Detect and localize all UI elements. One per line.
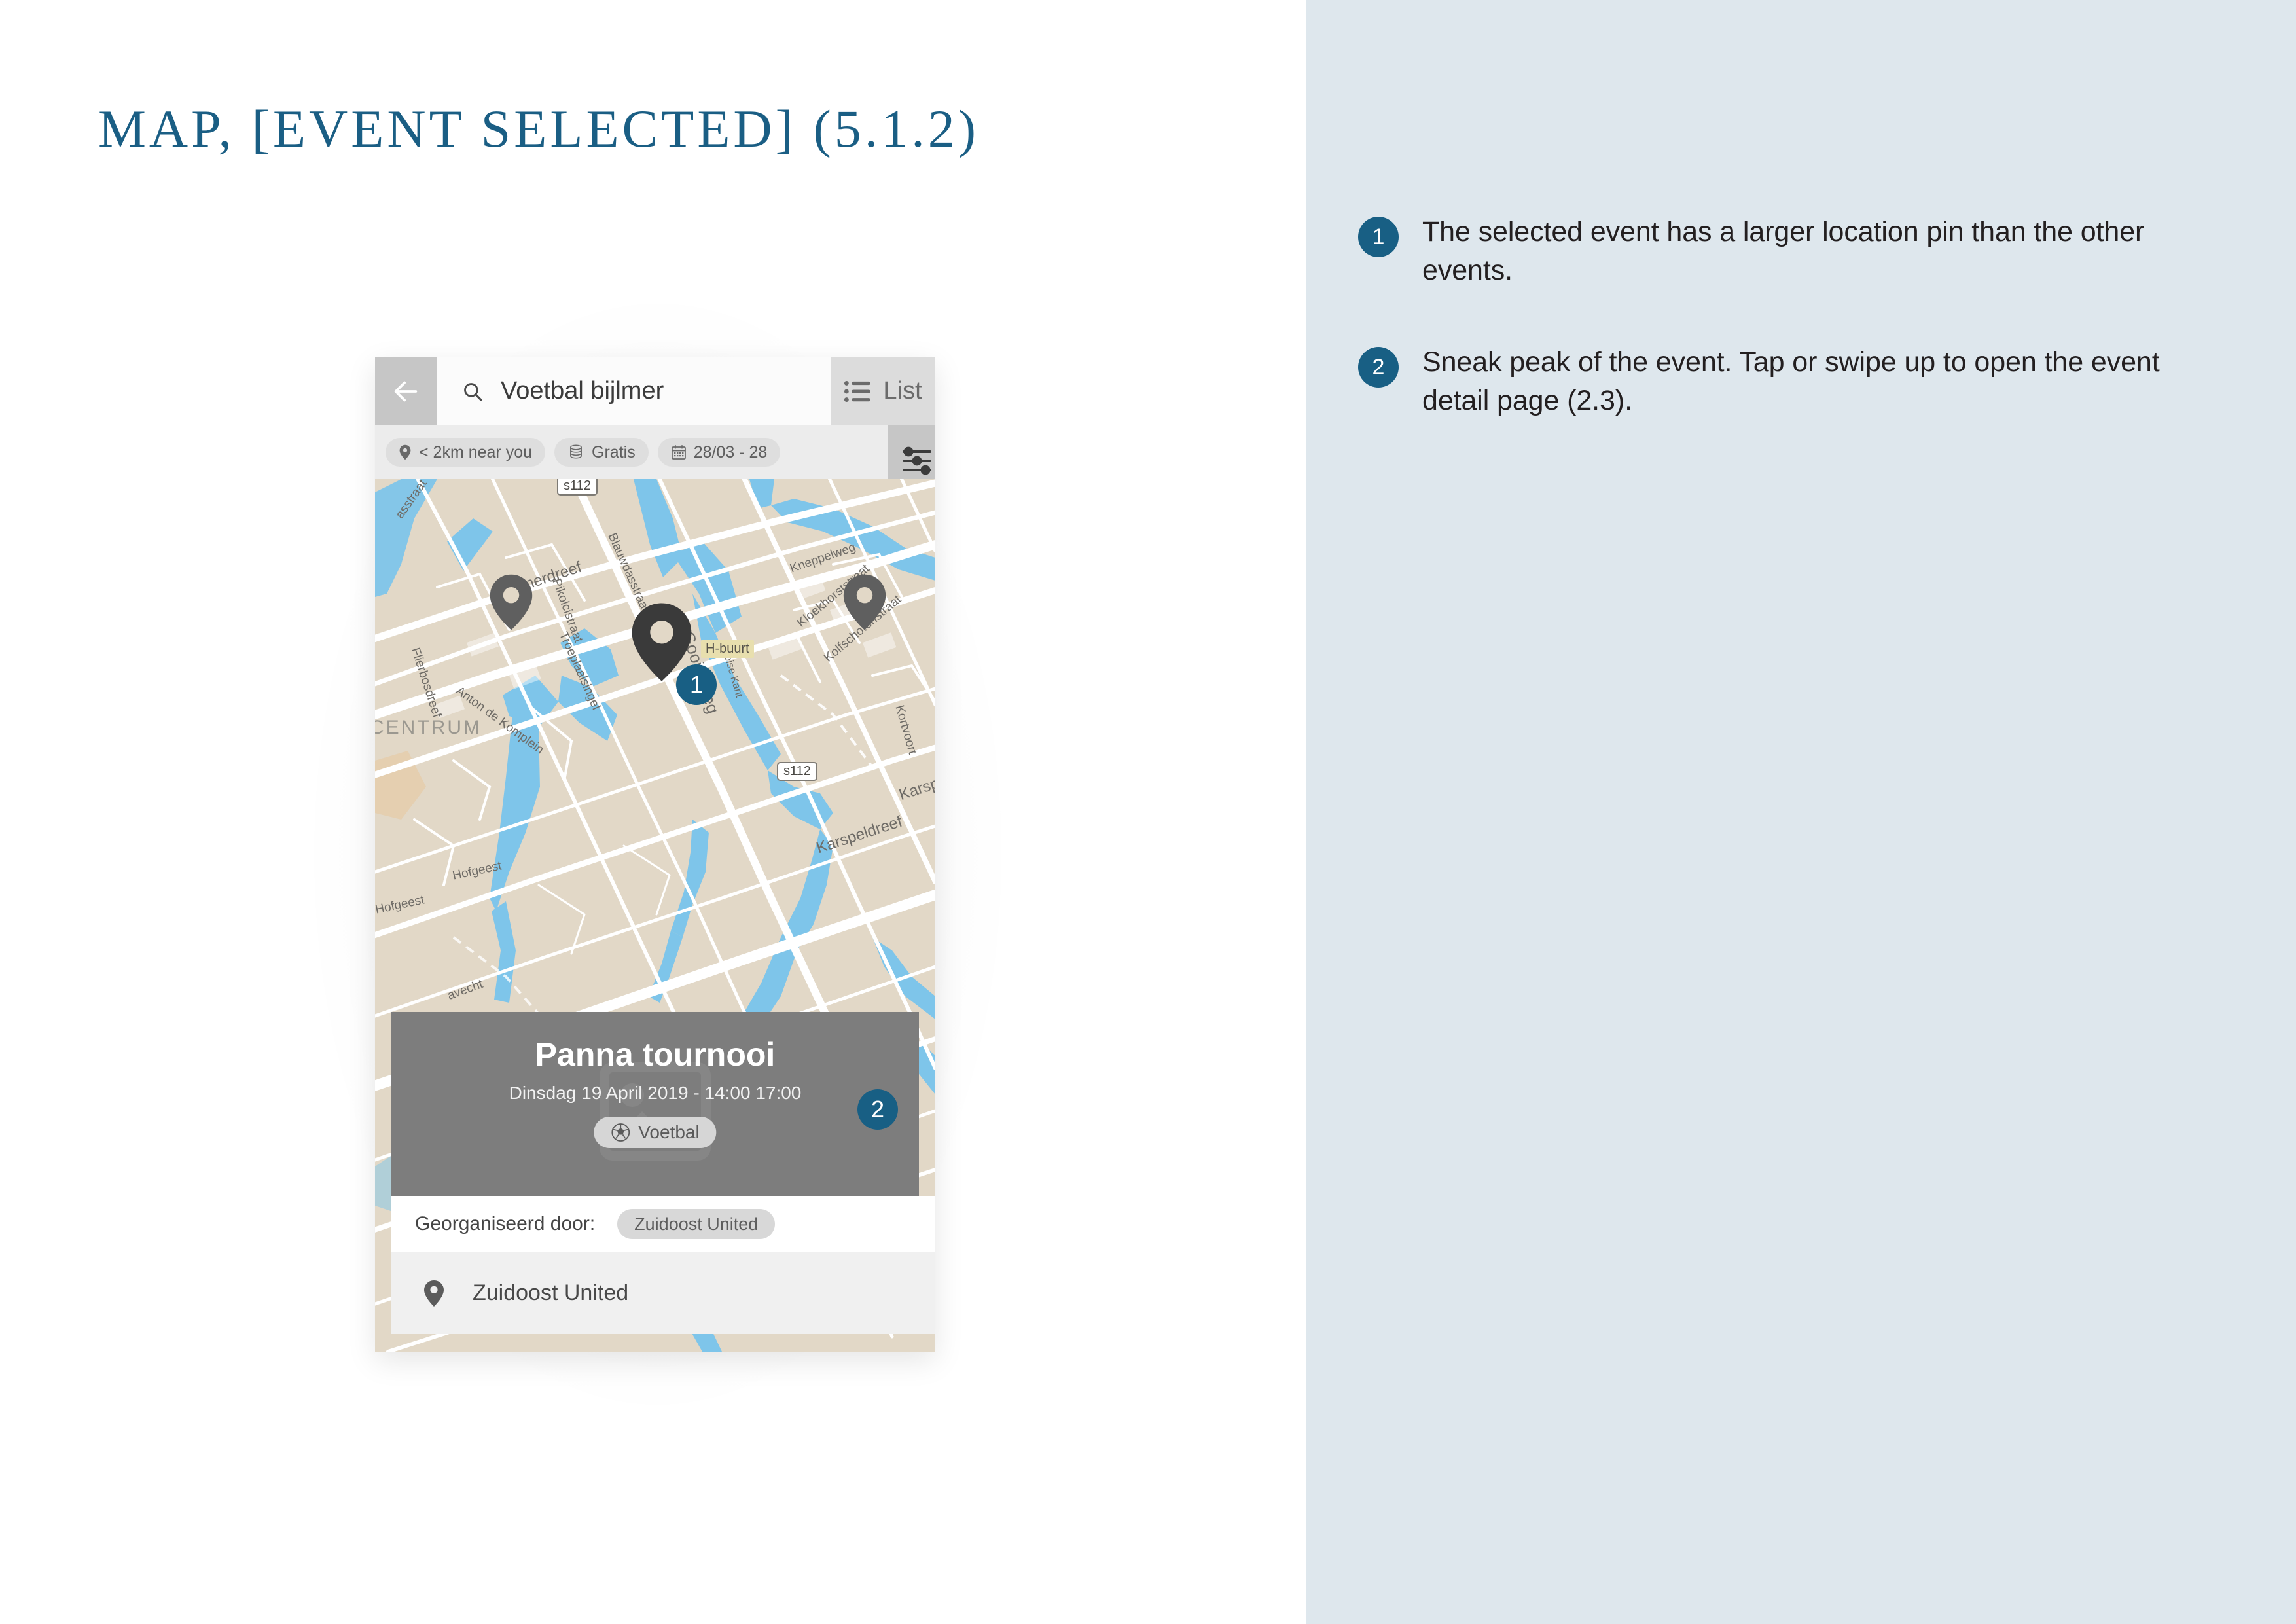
district-label: CENTRUM <box>375 717 482 738</box>
search-input[interactable]: Voetbal bijlmer <box>437 357 831 425</box>
road-shield-top: s112 <box>557 479 598 496</box>
neighbourhood-label: H-buurt <box>701 640 754 658</box>
filter-chip-price[interactable]: Gratis <box>554 438 649 467</box>
venue-row[interactable]: Zuidoost United <box>391 1252 935 1334</box>
annotation-badge-1: 1 <box>1358 217 1399 257</box>
filter-chip-distance[interactable]: < 2km near you <box>386 438 546 467</box>
map-annotation-badge-1: 1 <box>676 664 717 705</box>
organiser-name: Zuidoost United <box>634 1214 759 1234</box>
list-icon <box>844 380 871 402</box>
venue-name: Zuidoost United <box>473 1280 629 1305</box>
soccer-ball-icon <box>611 1123 630 1142</box>
event-title: Panna tournooi <box>535 1036 776 1073</box>
annotation-item: 2 Sneak peak of the event. Tap or swipe … <box>1358 343 2209 421</box>
sliders-icon <box>903 446 931 475</box>
organiser-label: Georganiseerd door: <box>415 1213 596 1235</box>
annotation-badge-2: 2 <box>1358 346 1399 388</box>
page-title: MAP, [EVENT SELECTED] (5.1.2) <box>98 99 980 158</box>
search-bar: Voetbal bijlmer List <box>375 357 935 425</box>
annotation-list: 1 The selected event has a larger locati… <box>1358 213 2209 473</box>
search-value: Voetbal bijlmer <box>501 377 664 405</box>
filter-chip-date[interactable]: 28/03 - 28 <box>657 438 781 467</box>
location-pin-icon <box>399 444 411 460</box>
annotation-text-1: The selected event has a larger location… <box>1422 216 2145 287</box>
event-category-label: Voetbal <box>638 1122 700 1142</box>
filter-chip-distance-label: < 2km near you <box>419 442 533 461</box>
search-icon <box>464 382 482 401</box>
coins-icon <box>570 444 582 459</box>
back-button[interactable] <box>375 357 437 425</box>
event-category-tag[interactable]: Voetbal <box>594 1117 717 1148</box>
event-preview-card[interactable]: Panna tournooi Dinsdag 19 April 2019 - 1… <box>391 1012 919 1196</box>
organiser-chip[interactable]: Zuidoost United <box>617 1209 776 1239</box>
map-annotation-badge-2: 2 <box>857 1089 898 1130</box>
filter-bar: < 2km near you Gratis 28/03 - 28 <box>375 425 935 496</box>
filter-chip-price-label: Gratis <box>592 442 636 461</box>
map-pin-unselected-left[interactable] <box>489 573 533 631</box>
location-pin-icon <box>424 1280 444 1307</box>
back-arrow-icon <box>394 381 418 401</box>
phone-mockup: Voetbal bijlmer List < 2km near you Grat… <box>375 357 935 1352</box>
road-shield-bottom: s112 <box>777 762 817 781</box>
calendar-icon <box>671 444 686 460</box>
map-pin-unselected-right[interactable] <box>842 573 887 631</box>
organiser-row: Georganiseerd door: Zuidoost United <box>391 1196 935 1252</box>
list-button-label: List <box>883 377 922 405</box>
event-datetime: Dinsdag 19 April 2019 - 14:00 17:00 <box>509 1083 802 1103</box>
filter-chip-date-label: 28/03 - 28 <box>693 442 768 461</box>
annotation-item: 1 The selected event has a larger locati… <box>1358 213 2209 291</box>
annotation-text-2: Sneak peak of the event. Tap or swipe up… <box>1422 346 2160 416</box>
list-view-button[interactable]: List <box>831 357 935 425</box>
